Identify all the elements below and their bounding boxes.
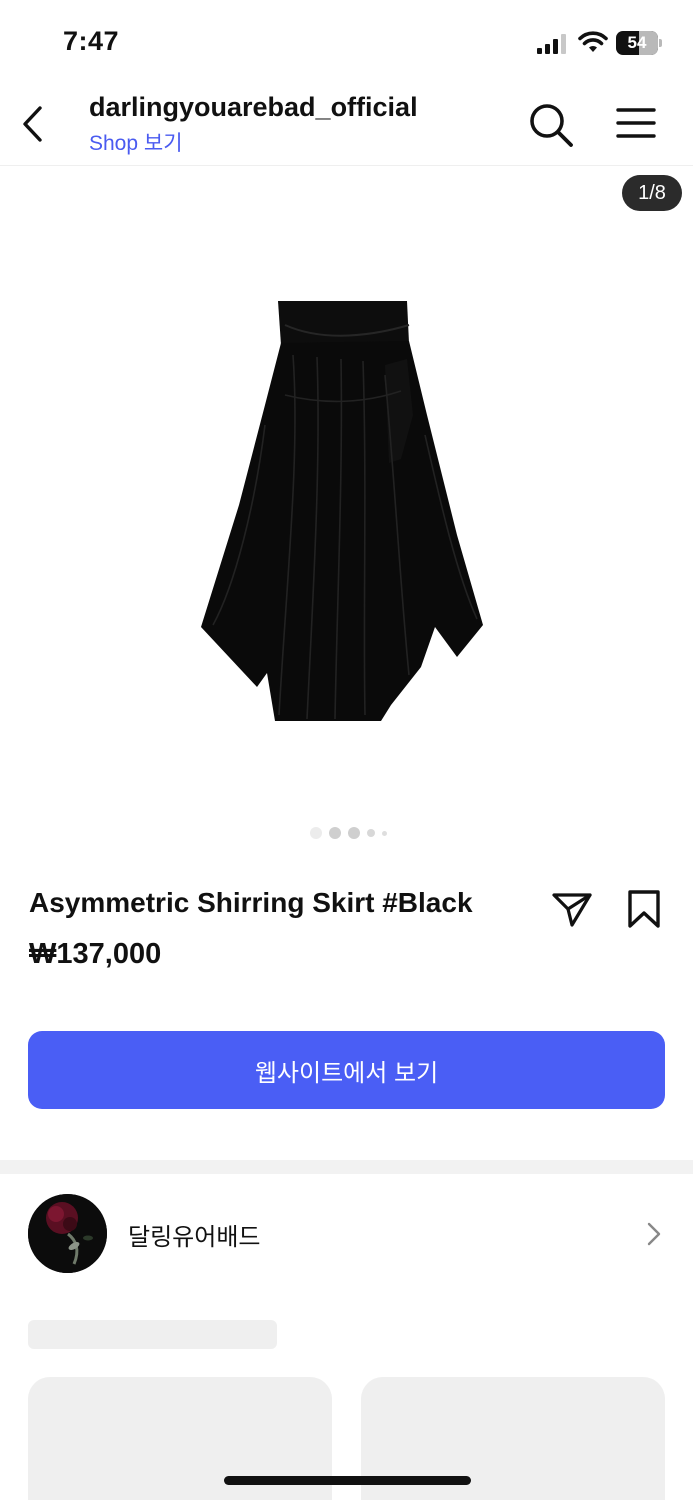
pagination-dot	[382, 830, 387, 836]
status-bar: 7:47 54	[0, 0, 693, 80]
seller-row[interactable]: 달링유어배드	[0, 1175, 693, 1293]
view-on-website-button[interactable]: 웹사이트에서 보기	[28, 1031, 665, 1109]
view-on-website-label: 웹사이트에서 보기	[254, 1059, 439, 1087]
search-icon[interactable]	[528, 102, 574, 148]
bookmark-icon[interactable]	[626, 889, 662, 929]
product-name: Asymmetric Shirring Skirt #Black	[29, 887, 473, 918]
product-image-gallery[interactable]: 1/8	[0, 167, 693, 857]
account-name[interactable]: darlingyouarebad_official	[89, 92, 418, 123]
home-indicator[interactable]	[224, 1476, 471, 1485]
cellular-signal-icon	[537, 34, 566, 54]
wifi-icon	[578, 31, 608, 52]
pagination-dot-active	[310, 827, 322, 839]
product-price: ₩137,000	[29, 938, 162, 970]
battery-level: 54	[627, 33, 647, 52]
chevron-left-icon[interactable]	[18, 104, 48, 144]
section-divider	[0, 1160, 693, 1174]
pagination-dot	[367, 829, 375, 837]
header: darlingyouarebad_official Shop 보기	[0, 80, 693, 166]
product-detail-screen: 7:47 54 darlingyouarebad_official Shop 보…	[0, 0, 693, 1500]
loading-skeleton-title	[28, 1320, 277, 1349]
hamburger-menu-icon[interactable]	[616, 106, 656, 140]
shop-link[interactable]: Shop 보기	[89, 127, 183, 157]
status-time: 7:47	[63, 26, 120, 56]
image-counter-badge: 1/8	[622, 175, 682, 211]
gallery-pagination-dots	[0, 827, 693, 839]
seller-avatar	[28, 1194, 107, 1273]
pagination-dot	[329, 827, 341, 839]
paper-plane-icon[interactable]	[551, 889, 593, 929]
seller-name: 달링유어배드	[128, 1224, 261, 1251]
battery-indicator: 54	[616, 31, 662, 55]
product-photo-skirt	[201, 301, 483, 721]
chevron-right-icon	[647, 1222, 661, 1246]
pagination-dot	[348, 827, 360, 839]
